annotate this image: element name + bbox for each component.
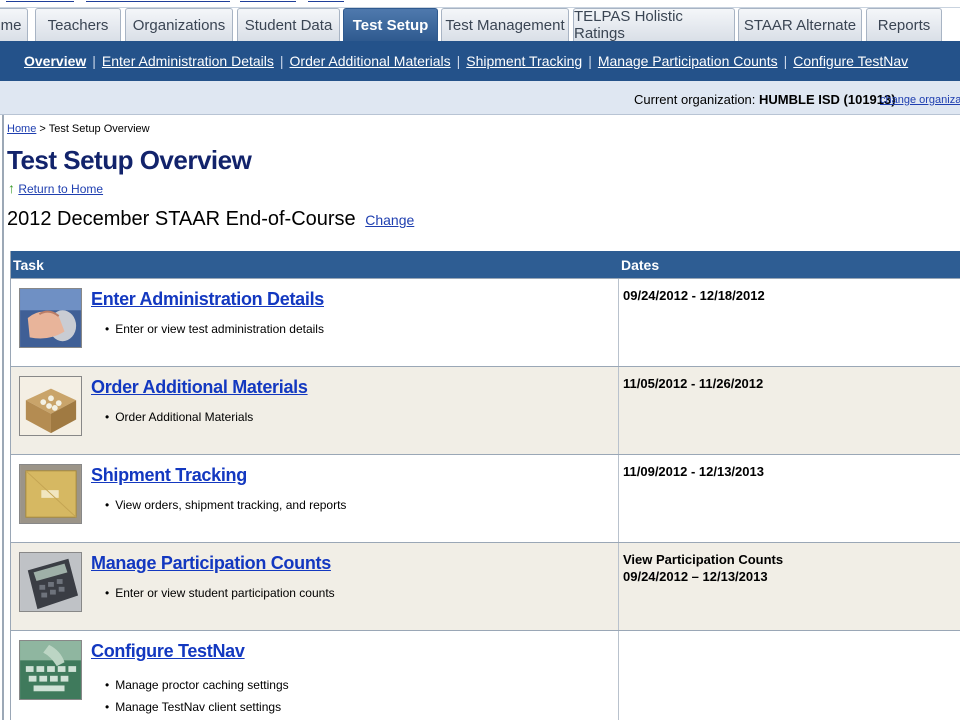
column-divider — [618, 455, 619, 542]
keyboard-icon — [19, 640, 82, 700]
calculator-icon — [19, 552, 82, 612]
task-dates: 11/09/2012 - 12/13/2013 — [623, 463, 764, 480]
page-title: Test Setup Overview — [7, 145, 252, 175]
breadcrumb-home[interactable]: Home — [7, 123, 36, 135]
tab-student-data[interactable]: Student Data — [237, 8, 340, 41]
column-divider — [618, 631, 619, 720]
envelope-package-icon — [19, 464, 82, 524]
box-packing-icon — [19, 376, 82, 436]
return-home-link[interactable]: Return to Home — [18, 182, 103, 196]
date-range: 11/09/2012 - 12/13/2013 — [623, 464, 764, 479]
subnav-order-additional-materials[interactable]: Order Additional Materials — [290, 53, 451, 69]
enter-administration-details-link[interactable]: Enter Administration Details — [91, 289, 324, 310]
table-row: Enter Administration Details Enter or vi… — [11, 278, 960, 366]
organization-prefix: Current organization: — [634, 92, 756, 107]
tab-telpas-holistic-ratings[interactable]: TELPAS Holistic Ratings — [573, 8, 735, 42]
subnav-separator: | — [456, 53, 461, 69]
up-arrow-icon: ↑ — [8, 180, 15, 196]
breadcrumb-current: Test Setup Overview — [48, 123, 150, 135]
tab-staar-alternate[interactable]: STAAR Alternate — [738, 8, 862, 41]
manage-participation-counts-link[interactable]: Manage Participation Counts — [91, 553, 331, 574]
table-row: Manage Participation Counts Enter or vie… — [11, 542, 960, 630]
subnav-separator: | — [588, 53, 592, 69]
organization-bar: Current organization: HUMBLE ISD (101913… — [0, 81, 960, 115]
header-task: Task — [13, 257, 44, 273]
table-row: Shipment Tracking View orders, shipment … — [11, 454, 960, 542]
shipment-tracking-link[interactable]: Shipment Tracking — [91, 465, 247, 486]
change-organization-link[interactable]: change organization — [880, 94, 960, 106]
tab-test-management[interactable]: Test Management — [441, 8, 569, 41]
description-item: Enter or view student participation coun… — [105, 586, 334, 600]
tab-test-setup[interactable]: Test Setup — [343, 8, 438, 41]
date-range: 11/05/2012 - 11/26/2012 — [623, 376, 764, 391]
administration-header: 2012 December STAAR End-of-Course Change — [7, 208, 414, 231]
subnav-overview[interactable]: Overview — [24, 53, 86, 69]
order-additional-materials-link[interactable]: Order Additional Materials — [91, 377, 308, 398]
left-divider — [2, 115, 4, 720]
column-divider — [618, 367, 619, 454]
task-dates: View Participation Counts 09/24/2012 – 1… — [623, 551, 783, 585]
task-dates: 09/24/2012 - 12/18/2012 — [623, 287, 765, 304]
subnav-separator: | — [92, 53, 96, 69]
current-organization: Current organization: HUMBLE ISD (101913… — [634, 92, 896, 107]
breadcrumb: Home > Test Setup Overview — [7, 123, 150, 135]
description-item: Manage TestNav client settings — [105, 700, 289, 714]
task-table: Task Dates Enter Administration Details … — [10, 251, 960, 720]
date-label: View Participation Counts — [623, 552, 784, 567]
change-administration-link[interactable]: Change — [365, 212, 414, 228]
task-description: Enter or view student participation coun… — [105, 586, 334, 608]
table-row: Order Additional Materials Order Additio… — [11, 366, 960, 454]
subnav-configure-testnav[interactable]: Configure TestNav — [793, 53, 908, 69]
date-range: 09/24/2012 - 12/18/2012 — [623, 288, 765, 303]
subnav-manage-participation-counts[interactable]: Manage Participation Counts — [598, 53, 778, 69]
header-dates: Dates — [621, 257, 660, 273]
tab-home[interactable]: me — [0, 8, 28, 41]
description-item: Manage proctor caching settings — [105, 678, 288, 692]
date-range: 09/24/2012 – 12/13/2013 — [623, 569, 768, 584]
subnav-separator: | — [279, 53, 284, 69]
task-description: View orders, shipment tracking, and repo… — [105, 498, 346, 520]
subnav-separator: | — [783, 53, 788, 69]
tab-teachers[interactable]: Teachers — [35, 8, 121, 41]
breadcrumb-separator: > — [39, 123, 46, 135]
return-home: ↑ Return to Home — [8, 180, 103, 196]
column-divider — [618, 279, 619, 366]
column-divider — [618, 543, 619, 630]
description-item: Order Additional Materials — [105, 410, 253, 424]
task-description: Manage proctor caching settings Manage T… — [105, 678, 289, 720]
tab-organizations[interactable]: Organizations — [125, 8, 233, 41]
task-description: Enter or view test administration detail… — [105, 322, 324, 344]
tab-reports[interactable]: Reports — [866, 8, 942, 41]
description-item: View orders, shipment tracking, and repo… — [105, 498, 346, 512]
table-header: Task Dates — [11, 251, 960, 278]
subnav-enter-administration-details[interactable]: Enter Administration Details — [102, 53, 274, 69]
organization-name: HUMBLE ISD (101913) — [759, 92, 896, 107]
main-tab-bar: me Teachers Organizations Student Data T… — [0, 8, 960, 42]
subnav-shipment-tracking[interactable]: Shipment Tracking — [466, 53, 582, 69]
computer-mouse-icon — [19, 288, 82, 348]
table-row: Configure TestNav Manage proctor caching… — [11, 630, 960, 720]
configure-testnav-link[interactable]: Configure TestNav — [91, 641, 245, 662]
task-dates: 11/05/2012 - 11/26/2012 — [623, 375, 763, 392]
top-link-strip — [0, 0, 960, 8]
description-item: Enter or view test administration detail… — [105, 322, 324, 336]
sub-navigation: Overview | Enter Administration Details … — [0, 41, 960, 81]
administration-name: 2012 December STAAR End-of-Course — [7, 208, 356, 230]
task-description: Order Additional Materials — [105, 410, 253, 432]
